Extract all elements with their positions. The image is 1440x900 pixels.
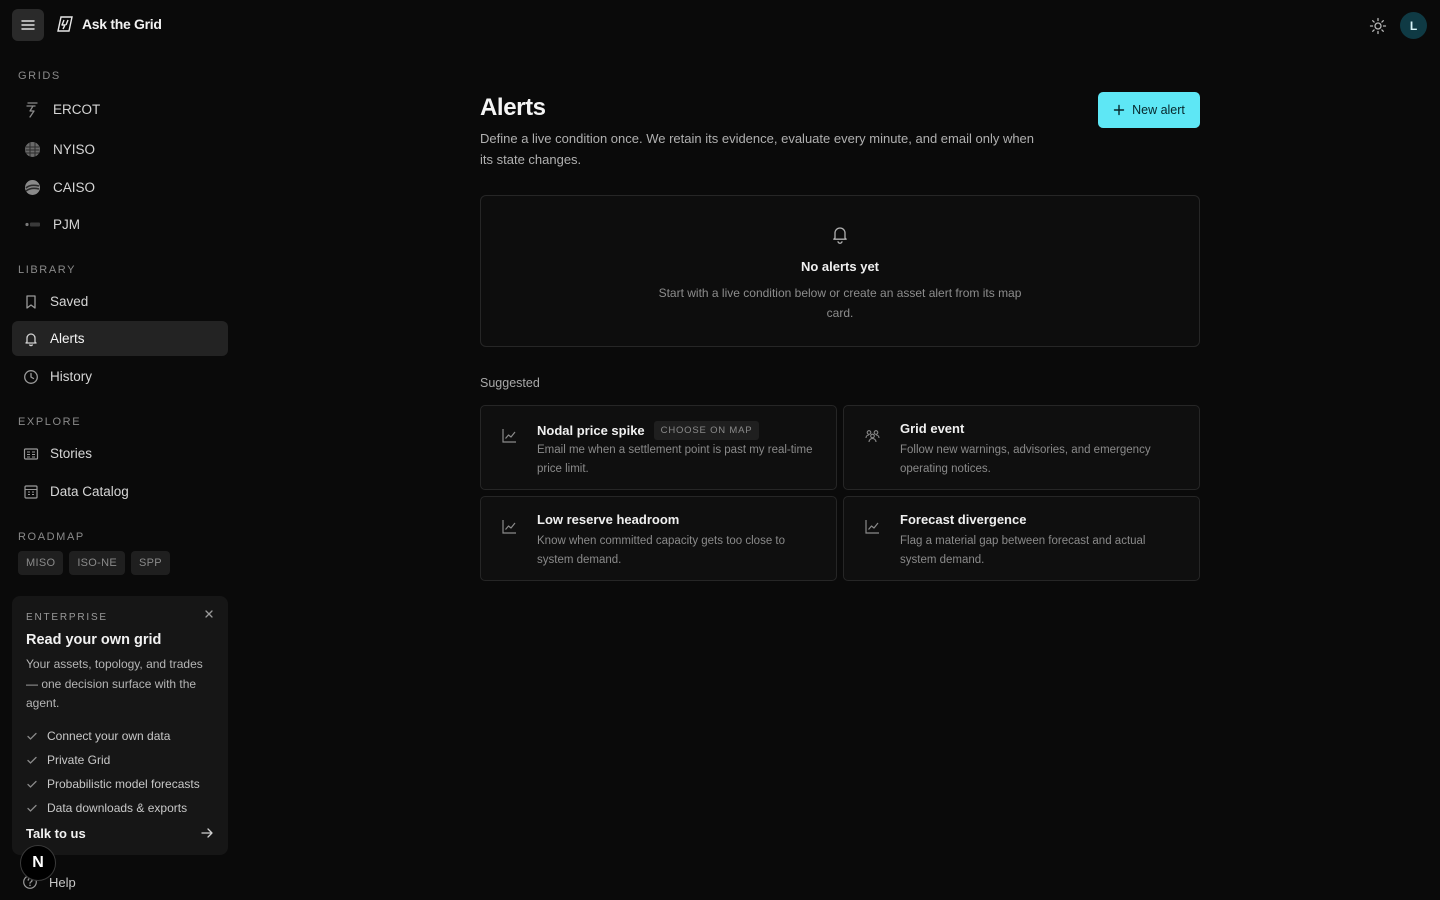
section-label-library: LIBRARY [18, 264, 77, 276]
suggestion-card-grid-event[interactable]: Grid event Follow new warnings, advisori… [843, 405, 1200, 490]
sidebar-item-saved[interactable]: Saved [12, 284, 228, 319]
newspaper-icon [23, 446, 39, 462]
sidebar-item-label: NYISO [53, 142, 96, 157]
page-description: Define a live condition once. We retain … [480, 131, 1035, 167]
suggestion-title: Nodal price spike [537, 423, 645, 438]
sidebar-item-label: Saved [50, 294, 89, 309]
empty-state-description: Start with a live condition below or cre… [658, 286, 1022, 320]
list-item: Data downloads & exports [26, 796, 214, 820]
ercot-logo-icon [24, 101, 41, 118]
n-badge-button[interactable]: N [20, 845, 56, 881]
suggestion-title: Forecast divergence [900, 512, 1027, 527]
new-alert-label: New alert [1132, 103, 1185, 117]
sidebar-item-caiso[interactable]: CAISO [12, 170, 228, 205]
suggestion-title: Grid event [900, 421, 965, 436]
chart-line-icon [865, 520, 879, 534]
check-icon [27, 780, 37, 788]
list-item: Probabilistic model forecasts [26, 772, 214, 796]
bell-icon [833, 227, 847, 244]
help-label: Help [49, 874, 76, 890]
roadmap-chip-miso: MISO [18, 551, 64, 575]
sidebar-item-label: History [50, 369, 93, 384]
feature-label: Connect your own data [47, 728, 171, 743]
nyiso-logo-icon [24, 141, 41, 158]
enterprise-card: ENTERPRISE Read your own grid Your asset… [12, 596, 228, 855]
roadmap-chip-spp: SPP [131, 551, 170, 575]
new-alert-button[interactable]: New alert [1098, 92, 1200, 128]
sidebar-item-stories[interactable]: Stories [12, 436, 228, 471]
section-label-roadmap: ROADMAP [18, 531, 85, 543]
sidebar-item-data-catalog[interactable]: Data Catalog [12, 474, 228, 509]
sidebar-item-label: Data Catalog [50, 484, 129, 499]
suggested-heading: Suggested [480, 376, 540, 390]
bell-icon [23, 331, 39, 347]
close-icon [205, 610, 213, 618]
catalog-icon [23, 484, 39, 500]
plus-icon [1113, 104, 1125, 116]
enterprise-close-button[interactable] [202, 607, 216, 621]
suggestion-title: Low reserve headroom [537, 512, 680, 527]
sidebar-item-label: PJM [53, 217, 80, 232]
enterprise-title: Read your own grid [26, 632, 162, 648]
sidebar-item-nyiso[interactable]: NYISO [12, 132, 228, 167]
feature-label: Private Grid [47, 752, 111, 767]
section-label-explore: EXPLORE [18, 416, 82, 428]
sidebar-item-alerts[interactable]: Alerts [12, 321, 228, 356]
suggestion-card-nodal-price-spike[interactable]: Nodal price spike CHOOSE ON MAP Email me… [480, 405, 837, 490]
suggestion-description: Email me when a settlement point is past… [537, 444, 813, 475]
roadmap-chips: MISO ISO-NE SPP [18, 551, 170, 575]
check-icon [27, 804, 37, 812]
sidebar-item-history[interactable]: History [12, 359, 228, 394]
pjm-logo-icon [24, 216, 41, 233]
section-label-grids: GRIDS [18, 70, 61, 82]
sidebar-item-label: Stories [50, 446, 93, 461]
sun-icon [1369, 17, 1387, 35]
caiso-logo-icon [24, 179, 41, 196]
users-icon [865, 430, 880, 443]
clock-icon [23, 369, 39, 385]
empty-state-card: No alerts yet Start with a live conditio… [480, 195, 1200, 347]
suggestion-card-low-reserve-headroom[interactable]: Low reserve headroom Know when committed… [480, 496, 837, 581]
suggestion-description: Know when committed capacity gets too cl… [537, 535, 786, 566]
avatar[interactable]: L [1400, 12, 1427, 39]
sidebar-item-ercot[interactable]: ERCOT [12, 92, 228, 127]
check-icon [27, 756, 37, 764]
list-item: Private Grid [26, 748, 214, 772]
sidebar-item-pjm[interactable]: PJM [12, 207, 228, 242]
feature-label: Probabilistic model forecasts [47, 776, 200, 791]
talk-to-us-label: Talk to us [26, 825, 86, 841]
page-title: Alerts [480, 94, 546, 121]
sidebar-item-label: ERCOT [53, 102, 101, 117]
list-item: Connect your own data [26, 724, 214, 748]
arrow-right-icon [201, 828, 213, 838]
empty-state-title: No alerts yet [800, 259, 880, 274]
theme-toggle[interactable] [1368, 16, 1388, 36]
suggestion-description: Flag a material gap between forecast and… [900, 535, 1146, 566]
chart-line-icon [502, 429, 516, 443]
bookmark-icon [23, 294, 39, 310]
sidebar-item-label: Alerts [50, 331, 85, 346]
talk-to-us-link[interactable]: Talk to us [26, 825, 214, 841]
check-icon [27, 732, 37, 740]
enterprise-feature-list: Connect your own data Private Grid Proba… [26, 724, 214, 820]
choose-on-map-badge: CHOOSE ON MAP [653, 421, 760, 440]
chart-line-icon [502, 520, 516, 534]
roadmap-chip-iso-ne: ISO-NE [69, 551, 126, 575]
suggestion-description: Follow new warnings, advisories, and eme… [900, 444, 1151, 475]
suggestion-card-forecast-divergence[interactable]: Forecast divergence Flag a material gap … [843, 496, 1200, 581]
sidebar: GRIDS ERCOT NYISO CAISO PJM LIBRARY Save… [0, 0, 240, 900]
feature-label: Data downloads & exports [47, 800, 188, 815]
enterprise-description: Your assets, topology, and trades — one … [26, 657, 203, 710]
sidebar-item-label: CAISO [53, 180, 96, 195]
enterprise-label: ENTERPRISE [26, 612, 108, 623]
